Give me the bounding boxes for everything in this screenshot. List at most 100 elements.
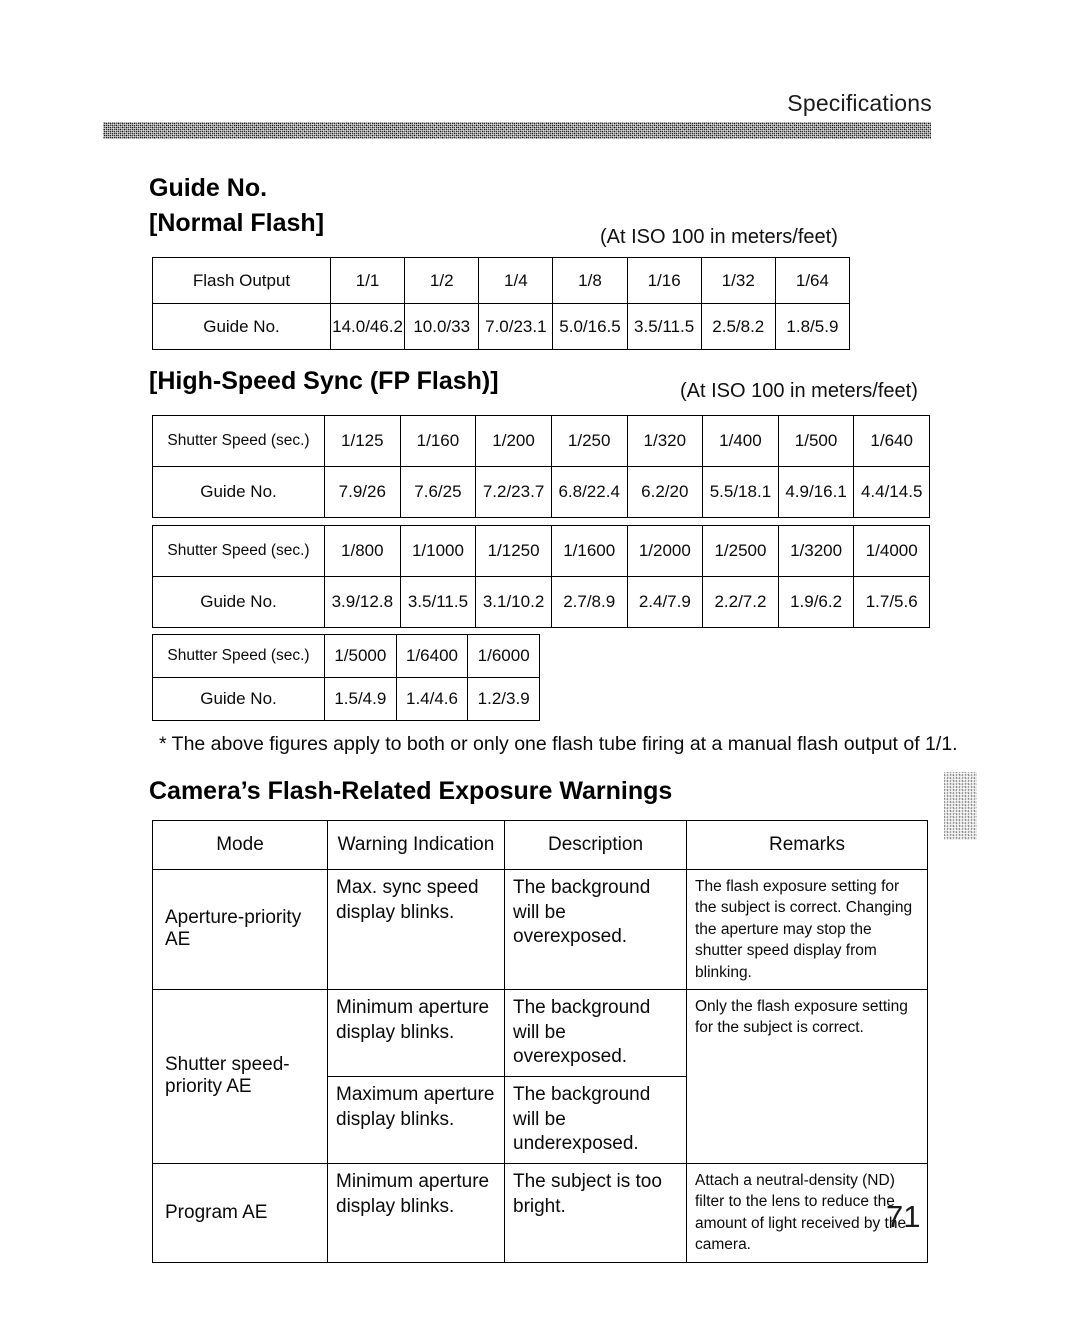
page-number: 71 — [886, 1199, 921, 1234]
table-header-row: Mode Warning Indication Description Rema… — [152, 820, 928, 870]
fp-flash-table-3: Shutter Speed (sec.) 1/5000 1/6400 1/600… — [152, 634, 540, 721]
cell: 1/1000 — [399, 525, 477, 577]
cell-mode: Shutter speed-priority AE — [152, 988, 328, 1165]
cell: 6.8/22.4 — [550, 466, 628, 518]
cell: 1.5/4.9 — [324, 677, 397, 721]
cell: 1/320 — [626, 415, 704, 467]
cell: 7.6/25 — [399, 466, 477, 518]
cell: 3.1/10.2 — [475, 576, 552, 628]
cell: 1.9/6.2 — [777, 576, 855, 628]
cell: 1/1250 — [475, 525, 552, 577]
column-header-description: Description — [504, 820, 687, 870]
cell: 1/4 — [478, 257, 554, 304]
cell: 4.4/14.5 — [853, 466, 930, 518]
cell: 2.7/8.9 — [550, 576, 628, 628]
table-row: Program AE Minimum aperture display blin… — [152, 1163, 928, 1263]
cell: 1/6000 — [467, 634, 540, 678]
exposure-warnings-table: Mode Warning Indication Description Rema… — [152, 820, 928, 1263]
cell: 1.8/5.9 — [774, 303, 851, 350]
cell-description: The subject is too bright. — [504, 1163, 687, 1263]
table-row: Shutter Speed (sec.) 1/800 1/1000 1/1250… — [152, 525, 930, 577]
cell: 1/250 — [550, 415, 628, 467]
row-label: Flash Output — [152, 257, 331, 304]
row-label: Shutter Speed (sec.) — [152, 415, 325, 467]
cell: 3.5/11.5 — [626, 303, 702, 350]
fp-flash-table-2: Shutter Speed (sec.) 1/800 1/1000 1/1250… — [152, 525, 930, 628]
cell: 14.0/46.2 — [329, 303, 406, 350]
header-rule-band — [103, 122, 931, 139]
cell-description: The background will be underexposed. — [504, 1075, 687, 1165]
footnote: * The above figures apply to both or onl… — [159, 733, 958, 755]
cell: 4.9/16.1 — [777, 466, 855, 518]
row-label: Shutter Speed (sec.) — [152, 525, 325, 577]
cell: 1/200 — [475, 415, 552, 467]
cell-warning: Minimum aperture display blinks. — [327, 1163, 505, 1263]
table-row: Guide No. 14.0/46.2 10.0/33 7.0/23.1 5.0… — [152, 303, 851, 350]
table-row: Flash Output 1/1 1/2 1/4 1/8 1/16 1/32 1… — [152, 257, 851, 304]
cell: 3.5/11.5 — [399, 576, 477, 628]
cell: 2.4/7.9 — [626, 576, 704, 628]
manual-page: Specifications Guide No. [Normal Flash] … — [0, 0, 1080, 1331]
cell: 1/640 — [853, 415, 930, 467]
table-row: Guide No. 3.9/12.8 3.5/11.5 3.1/10.2 2.7… — [152, 576, 930, 628]
iso-note-fp-flash: (At ISO 100 in meters/feet) — [680, 380, 918, 402]
cell-description: The background will be overexposed. — [504, 988, 687, 1077]
cell: 1/1 — [329, 257, 406, 304]
cell: 1/1600 — [550, 525, 628, 577]
table-row: Guide No. 1.5/4.9 1.4/4.6 1.2/3.9 — [152, 677, 540, 721]
cell: 1/6400 — [395, 634, 469, 678]
cell: 1.7/5.6 — [853, 576, 930, 628]
table-row: Aperture-priority AE Max. sync speed dis… — [152, 869, 928, 990]
cell-remarks: Only the flash exposure setting for the … — [686, 988, 928, 1165]
cell: 1.4/4.6 — [395, 677, 469, 721]
page-title: Guide No. — [149, 174, 268, 202]
cell: 2.5/8.2 — [700, 303, 776, 350]
row-label: Guide No. — [152, 303, 331, 350]
cell-mode: Aperture-priority AE — [152, 869, 328, 990]
cell: 7.9/26 — [324, 466, 401, 518]
normal-flash-heading: [Normal Flash] — [149, 209, 325, 237]
row-label: Guide No. — [152, 576, 325, 628]
cell-description: The background will be overexposed. — [504, 869, 687, 990]
table-row: Guide No. 7.9/26 7.6/25 7.2/23.7 6.8/22.… — [152, 466, 930, 518]
cell: 1/160 — [399, 415, 477, 467]
cell: 1/64 — [774, 257, 851, 304]
cell: 1/5000 — [324, 634, 397, 678]
column-header-warning-indication: Warning Indication — [327, 820, 505, 870]
cell: 1/16 — [626, 257, 702, 304]
table-row: Shutter Speed (sec.) 1/5000 1/6400 1/600… — [152, 634, 540, 678]
cell: 1/2000 — [626, 525, 704, 577]
cell: 6.2/20 — [626, 466, 704, 518]
cell: 5.0/16.5 — [552, 303, 628, 350]
row-label: Guide No. — [152, 677, 325, 721]
fp-flash-table-1: Shutter Speed (sec.) 1/125 1/160 1/200 1… — [152, 415, 930, 518]
cell-warning: Minimum aperture display blinks. — [327, 988, 505, 1077]
normal-flash-table: Flash Output 1/1 1/2 1/4 1/8 1/16 1/32 1… — [152, 257, 851, 350]
cell: 1.2/3.9 — [467, 677, 540, 721]
cell: 1/2500 — [702, 525, 779, 577]
cell: 2.2/7.2 — [702, 576, 779, 628]
running-head: Specifications — [787, 90, 932, 116]
cell: 1/2 — [404, 257, 480, 304]
cell: 5.5/18.1 — [702, 466, 779, 518]
cell: 1/125 — [324, 415, 401, 467]
cell: 1/8 — [552, 257, 628, 304]
exposure-warnings-heading: Camera’s Flash-Related Exposure Warnings — [149, 777, 673, 805]
page-tab-marker — [944, 772, 977, 840]
cell: 1/3200 — [777, 525, 855, 577]
row-label: Shutter Speed (sec.) — [152, 634, 325, 678]
row-label: Guide No. — [152, 466, 325, 518]
cell: 7.2/23.7 — [475, 466, 552, 518]
column-header-mode: Mode — [152, 820, 328, 870]
table-row: Shutter Speed (sec.) 1/125 1/160 1/200 1… — [152, 415, 930, 467]
cell: 1/400 — [702, 415, 779, 467]
cell: 1/800 — [324, 525, 401, 577]
cell: 1/500 — [777, 415, 855, 467]
iso-note-normal-flash: (At ISO 100 in meters/feet) — [600, 226, 838, 248]
cell: 1/32 — [700, 257, 776, 304]
high-speed-sync-heading: [High-Speed Sync (FP Flash)] — [149, 367, 499, 395]
cell: 3.9/12.8 — [324, 576, 401, 628]
cell-mode: Program AE — [152, 1163, 328, 1263]
cell: 7.0/23.1 — [478, 303, 554, 350]
cell-warning: Maximum aperture display blinks. — [327, 1075, 505, 1165]
